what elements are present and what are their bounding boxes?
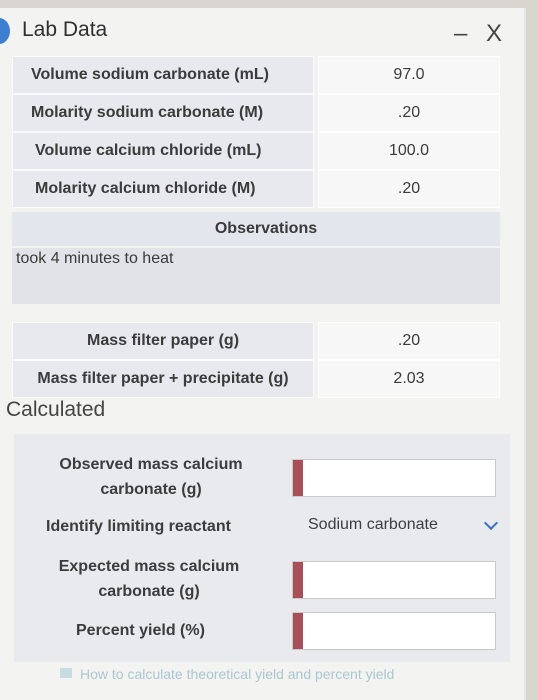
row-label: Mass filter paper (g) (12, 322, 314, 360)
data-row: Volume sodium carbonate (mL) 97.0 (12, 56, 500, 94)
percent-yield-label: Percent yield (%) (76, 622, 205, 639)
expected-mass-label-line: carbonate (g) (98, 583, 200, 600)
row-label: Volume calcium chloride (mL) (12, 132, 314, 170)
expected-mass-label-line: Expected mass calcium (58, 558, 240, 575)
row-value[interactable]: .20 (318, 322, 500, 360)
row-value[interactable]: 2.03 (318, 360, 500, 398)
data-row: Volume calcium chloride (mL) 100.0 (12, 132, 500, 170)
input-accent (293, 613, 303, 649)
chevron-down-icon (483, 515, 499, 531)
observed-mass-input[interactable] (292, 459, 496, 497)
data-row: Molarity sodium carbonate (M) .20 (12, 94, 500, 132)
expected-mass-input[interactable] (292, 561, 496, 599)
calculated-title: Calculated (6, 398, 106, 421)
row-value[interactable]: .20 (318, 94, 500, 132)
observed-mass-label: Observed mass calcium carbonate (g) (44, 452, 258, 502)
window-controls[interactable]: – X (454, 20, 508, 48)
data-row: Mass filter paper (g) .20 (12, 322, 500, 360)
data-row: Molarity calcium chloride (M) .20 (12, 170, 500, 208)
row-label: Volume sodium carbonate (mL) (12, 56, 314, 94)
data-row: Mass filter paper + precipitate (g) 2.03 (12, 360, 500, 398)
video-icon (60, 668, 72, 678)
input-accent (293, 562, 303, 598)
limiting-reactant-label: Identify limiting reactant (46, 518, 231, 535)
observations-text: took 4 minutes to heat (16, 250, 174, 267)
observations-header: Observations (12, 212, 500, 246)
row-label: Mass filter paper + precipitate (g) (12, 360, 314, 398)
observed-mass-label-line: carbonate (g) (100, 481, 202, 498)
limiting-reactant-select[interactable]: Sodium carbonate (292, 508, 502, 544)
row-label: Molarity sodium carbonate (M) (12, 94, 314, 132)
percent-yield-input[interactable] (292, 612, 496, 650)
input-accent (293, 460, 303, 496)
row-label: Molarity calcium chloride (M) (12, 170, 314, 208)
observed-mass-label-line: Observed mass calcium (59, 456, 243, 473)
expected-mass-label: Expected mass calcium carbonate (g) (44, 554, 254, 604)
row-value[interactable]: .20 (318, 170, 500, 208)
row-value[interactable]: 97.0 (318, 56, 500, 94)
app-icon (0, 18, 10, 44)
help-link[interactable]: How to calculate theoretical yield and p… (80, 666, 460, 682)
row-value[interactable]: 100.0 (318, 132, 500, 170)
window-title: Lab Data (22, 18, 108, 41)
select-value: Sodium carbonate (308, 516, 438, 533)
title-bar: Lab Data – X (0, 8, 524, 56)
